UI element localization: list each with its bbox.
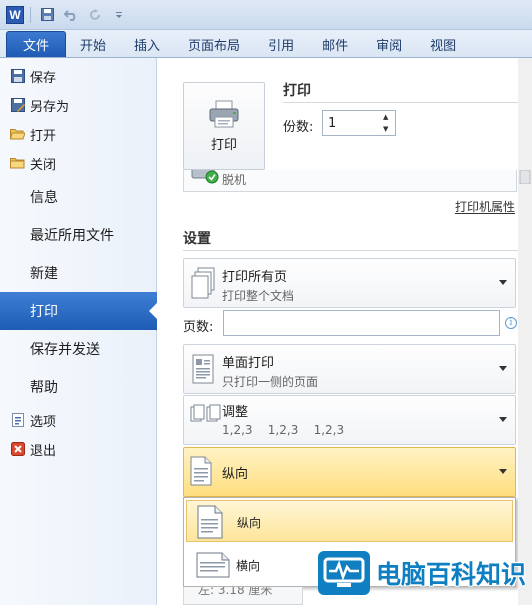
collate-title: 调整 xyxy=(222,405,249,420)
scroll-marker-icon xyxy=(519,170,531,184)
print-range-dropdown[interactable]: 打印所有页 打印整个文档 xyxy=(183,258,516,308)
nav-open[interactable]: 打开 xyxy=(0,120,156,149)
print-heading: 打印 xyxy=(283,83,311,99)
menu-item-portrait-label: 纵向 xyxy=(237,516,262,530)
sides-title: 单面打印 xyxy=(222,356,275,371)
nav-save-as-label: 另存为 xyxy=(30,100,70,115)
print-button-label: 打印 xyxy=(210,137,237,153)
printer-offline-icon xyxy=(191,170,219,184)
undo-icon[interactable] xyxy=(61,5,81,25)
tab-file[interactable]: 文件 xyxy=(6,31,67,57)
copies-value: 1 xyxy=(328,115,337,131)
nav-save-as[interactable]: 另存为 xyxy=(0,91,156,120)
collate-icon xyxy=(190,404,221,438)
nav-save-label: 保存 xyxy=(30,71,57,86)
nav-save[interactable]: 保存 xyxy=(0,62,156,91)
sides-subtitle: 只打印一侧的页面 xyxy=(222,375,319,389)
nav-exit[interactable]: 退出 xyxy=(0,435,156,464)
printer-icon xyxy=(208,100,240,128)
divider xyxy=(283,102,532,103)
info-icon[interactable]: i xyxy=(505,317,517,329)
customize-qat-icon[interactable] xyxy=(109,5,129,25)
tab-insert[interactable]: 插入 xyxy=(120,31,174,57)
tab-mailings[interactable]: 邮件 xyxy=(308,31,362,57)
collate-subtitle: 1,2,3 1,2,3 1,2,3 xyxy=(222,423,345,437)
divider xyxy=(183,250,532,251)
spin-buttons[interactable]: ▲ ▼ xyxy=(383,113,393,133)
open-folder-icon xyxy=(9,127,26,142)
printer-properties-link[interactable]: 打印机属性 xyxy=(455,198,515,215)
nav-options-label: 选项 xyxy=(30,415,57,430)
copies-label: 份数: xyxy=(283,120,314,135)
chevron-down-icon xyxy=(499,280,507,285)
print-range-title: 打印所有页 xyxy=(222,270,288,285)
settings-heading: 设置 xyxy=(183,231,211,247)
nav-close[interactable]: 关闭 xyxy=(0,149,156,178)
nav-exit-label: 退出 xyxy=(30,444,57,459)
redo-icon[interactable] xyxy=(85,5,105,25)
nav-options[interactable]: 选项 xyxy=(0,406,156,435)
orientation-dropdown[interactable]: 纵向 xyxy=(183,447,516,497)
tab-review[interactable]: 审阅 xyxy=(362,31,416,57)
print-range-subtitle: 打印整个文档 xyxy=(222,289,295,303)
close-folder-icon xyxy=(10,156,25,171)
ribbon-tabs: 文件 开始 插入 页面布局 引用 邮件 审阅 视图 xyxy=(0,30,532,58)
margins-partial-label: 左: 3.18 厘米 xyxy=(198,587,273,597)
margins-dropdown-partial[interactable]: 左: 3.18 厘米 xyxy=(183,587,303,605)
nav-info[interactable]: 信息 xyxy=(0,178,156,216)
portrait-icon xyxy=(197,505,223,543)
save-icon xyxy=(10,69,25,84)
nav-new[interactable]: 新建 xyxy=(0,254,156,292)
nav-open-label: 打开 xyxy=(30,129,57,144)
tab-references[interactable]: 引用 xyxy=(254,31,308,57)
watermark-text: 电脑百科知识 xyxy=(376,560,527,589)
portrait-icon xyxy=(190,456,216,490)
pages-input[interactable] xyxy=(223,310,500,336)
print-panel: 打印 打印 份数: 1 ▲ ▼ 脱机 打印机属性 设置 打印所有页 打印整个文档 xyxy=(158,58,532,605)
all-pages-icon xyxy=(190,267,216,301)
tab-page-layout[interactable]: 页面布局 xyxy=(174,31,254,57)
chevron-down-icon xyxy=(499,469,507,474)
save-as-icon xyxy=(10,98,25,113)
orientation-title: 纵向 xyxy=(222,467,249,482)
scrollbar[interactable] xyxy=(518,58,532,605)
spin-up-icon[interactable]: ▲ xyxy=(383,113,393,121)
menu-item-landscape-label: 横向 xyxy=(236,559,261,573)
nav-recent[interactable]: 最近所用文件 xyxy=(0,216,156,254)
nav-close-label: 关闭 xyxy=(30,158,57,173)
pages-label: 页数: xyxy=(183,320,214,335)
collate-dropdown[interactable]: 调整 1,2,3 1,2,3 1,2,3 xyxy=(183,395,516,445)
spin-down-icon[interactable]: ▼ xyxy=(383,125,393,133)
monitor-pulse-icon xyxy=(318,551,370,595)
tab-view[interactable]: 视图 xyxy=(416,31,470,57)
nav-save-send[interactable]: 保存并发送 xyxy=(0,330,156,368)
chevron-down-icon xyxy=(499,366,507,371)
word-icon[interactable]: W xyxy=(6,5,24,24)
qat-separator xyxy=(30,6,31,23)
nav-print[interactable]: 打印 xyxy=(0,292,157,330)
site-watermark: 电脑百科知识 xyxy=(318,548,532,598)
exit-icon xyxy=(10,442,25,457)
options-icon xyxy=(10,413,25,428)
copies-stepper[interactable]: 1 ▲ ▼ xyxy=(322,110,396,136)
chevron-down-icon xyxy=(499,417,507,422)
sides-dropdown[interactable]: 单面打印 只打印一侧的页面 xyxy=(183,344,516,394)
tab-home[interactable]: 开始 xyxy=(66,31,120,57)
nav-help[interactable]: 帮助 xyxy=(0,368,156,406)
single-sided-icon xyxy=(190,353,216,387)
menu-item-portrait[interactable]: 纵向 xyxy=(186,500,513,542)
title-bar: W xyxy=(0,0,532,30)
printer-selector[interactable]: 脱机 xyxy=(183,170,517,192)
save-icon[interactable] xyxy=(37,5,57,25)
printer-status: 脱机 xyxy=(222,173,247,187)
landscape-icon xyxy=(196,552,230,582)
print-button[interactable]: 打印 xyxy=(183,82,265,170)
backstage-nav: 保存 另存为 打开 关闭 信息 最近所用文件 新建 打印 保存并发送 帮助 选项… xyxy=(0,58,157,605)
